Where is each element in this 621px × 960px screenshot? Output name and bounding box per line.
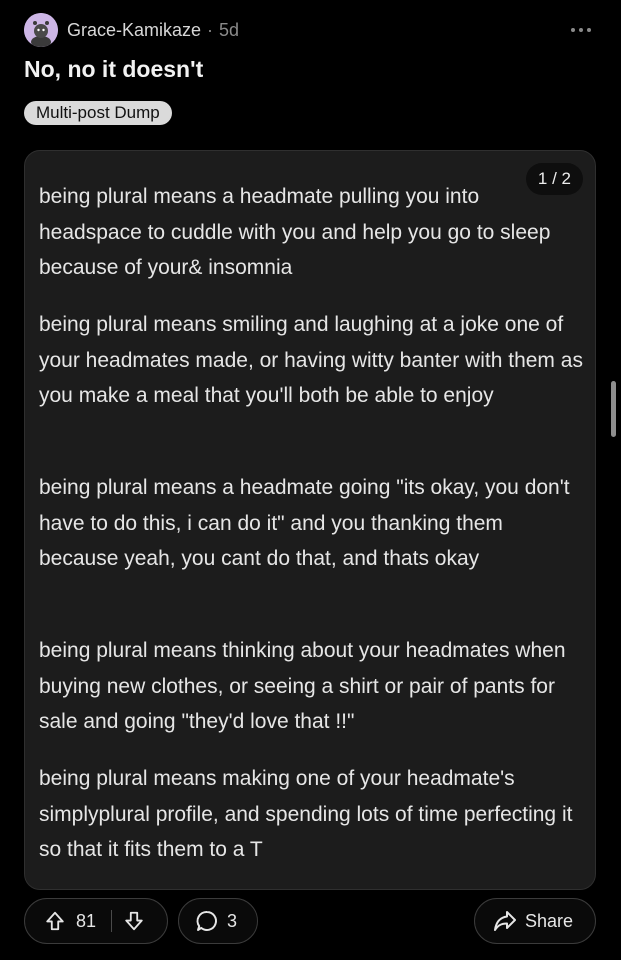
vote-divider xyxy=(111,910,113,932)
avatar[interactable] xyxy=(24,13,58,47)
scrollbar-thumb[interactable] xyxy=(611,381,616,437)
author-name[interactable]: Grace-Kamikaze xyxy=(67,20,201,41)
text-gallery-card[interactable]: 1 / 2 being plural means a headmate pull… xyxy=(24,150,596,890)
post-flair[interactable]: Multi-post Dump xyxy=(24,101,172,125)
comment-icon-wrap xyxy=(195,909,219,933)
gallery-paragraph: being plural means a headmate going "its… xyxy=(39,476,570,570)
post-header: Grace-Kamikaze · 5d xyxy=(24,12,597,48)
more-horizontal-icon xyxy=(571,28,591,32)
share-label: Share xyxy=(525,910,574,931)
post-page: Grace-Kamikaze · 5d No, no it doesn't Mu… xyxy=(0,0,621,960)
vote-bar: 81 xyxy=(24,898,168,944)
comment-bubble-icon xyxy=(196,911,217,931)
post-age: 5d xyxy=(219,19,240,40)
gallery-paragraph: being plural means making one of your he… xyxy=(39,767,573,861)
arrow-up-icon xyxy=(46,911,64,931)
gallery-paragraph: being plural means a headmate pulling yo… xyxy=(39,185,551,279)
vote-count: 81 xyxy=(76,910,97,931)
comments-button[interactable]: 3 xyxy=(178,898,258,944)
share-icon-wrap xyxy=(493,910,517,932)
gallery-paragraph: being plural means thinking about your h… xyxy=(39,639,566,733)
comment-count: 3 xyxy=(227,910,238,931)
avatar-icon xyxy=(24,13,58,47)
more-options-button[interactable] xyxy=(569,18,593,42)
gallery-paragraph: being plural means smiling and laughing … xyxy=(39,313,583,407)
downvote-button[interactable] xyxy=(123,910,145,932)
arrow-down-icon xyxy=(125,911,143,931)
share-arrow-icon xyxy=(494,911,516,931)
share-button[interactable]: Share xyxy=(474,898,596,944)
upvote-button[interactable] xyxy=(44,910,66,932)
meta-separator: · xyxy=(207,19,214,40)
post-title[interactable]: No, no it doesn't xyxy=(24,56,203,83)
